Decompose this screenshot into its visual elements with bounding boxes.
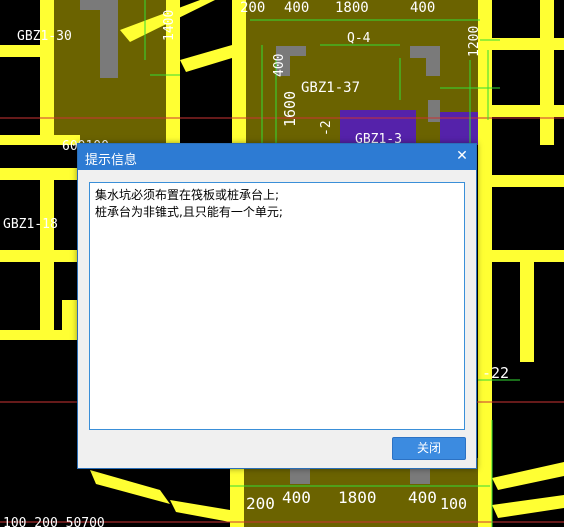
label-bottom-100: 100 bbox=[440, 495, 467, 513]
label-bottom-1800: 1800 bbox=[338, 488, 377, 507]
label-400-vert: 400 bbox=[272, 54, 287, 77]
label-400-top: 400 bbox=[284, 0, 309, 16]
label-gbz1-30: GBZ1-30 bbox=[17, 29, 72, 44]
label-bottom-400: 400 bbox=[282, 488, 311, 507]
label-1800-top: 1800 bbox=[335, 0, 369, 16]
label-1200: 1200 bbox=[467, 26, 482, 57]
message-line-2: 桩承台为非锥式,且只能有一个单元; bbox=[95, 205, 283, 219]
label-400-top-right: 400 bbox=[410, 0, 435, 16]
close-button[interactable]: 关闭 bbox=[392, 437, 466, 460]
hint-dialog: 提示信息 ✕ 集水坑必须布置在筏板或桩承台上; 桩承台为非锥式,且只能有一个单元… bbox=[77, 143, 477, 469]
close-icon[interactable]: ✕ bbox=[454, 147, 470, 165]
label-bottom-400b: 400 bbox=[408, 488, 437, 507]
label-bottom-200: 200 bbox=[246, 494, 275, 513]
label-gbz1-37: GBZ1-37 bbox=[301, 80, 360, 96]
label-200-top: 200 bbox=[240, 0, 265, 16]
label-1600: 1600 bbox=[281, 91, 299, 127]
dialog-title: 提示信息 bbox=[85, 153, 138, 168]
message-textbox[interactable]: 集水坑必须布置在筏板或桩承台上; 桩承台为非锥式,且只能有一个单元; bbox=[89, 182, 465, 430]
label-minus-22: -22 bbox=[482, 364, 509, 382]
label-bottom-left-nums: 100 200 50700 bbox=[3, 516, 105, 527]
label-q4: Q-4 bbox=[347, 31, 371, 46]
label-1400: 1400 bbox=[162, 10, 177, 41]
label-minus-2: -2 bbox=[319, 120, 334, 136]
dialog-titlebar[interactable]: 提示信息 ✕ bbox=[78, 144, 476, 170]
label-gbz1-18: GBZ1-18 bbox=[3, 217, 58, 232]
message-line-1: 集水坑必须布置在筏板或桩承台上; bbox=[95, 188, 280, 202]
